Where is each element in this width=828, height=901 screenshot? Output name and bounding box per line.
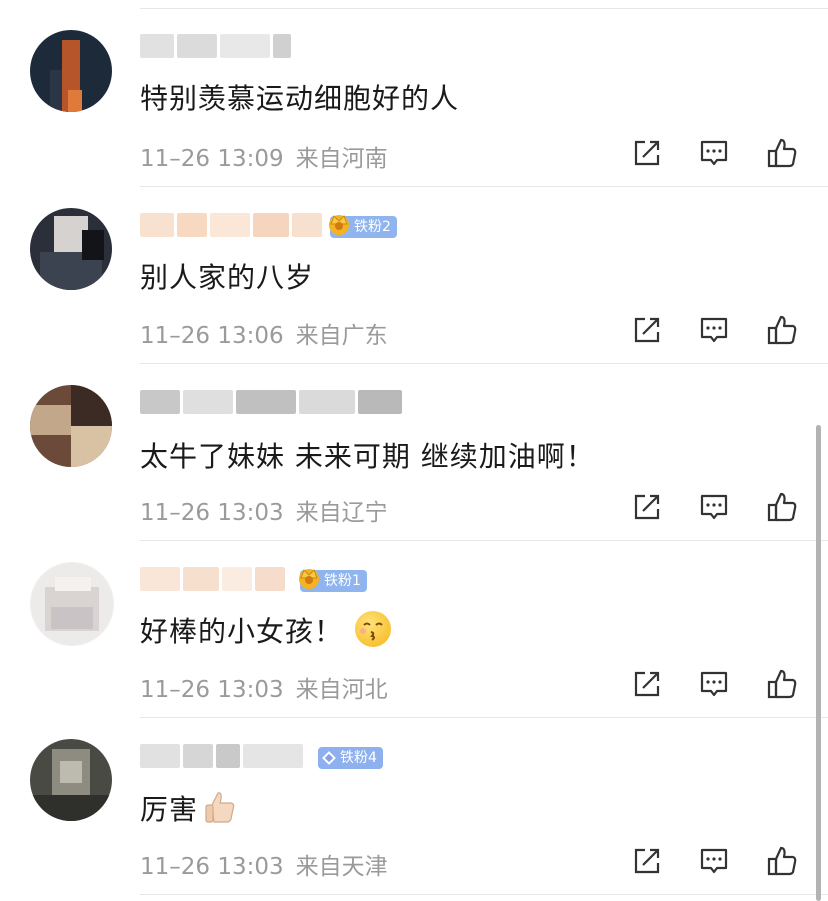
comment-text: 别人家的八岁 [140,261,315,294]
username-blurred[interactable] [140,743,303,769]
comment-icon[interactable] [698,845,730,877]
badge-label: 铁粉4 [340,750,377,766]
username-blurred[interactable] [140,212,322,238]
timestamp: 11–26 13:03 [140,854,284,880]
fan-badge[interactable]: 铁粉2 [329,215,397,238]
scrollbar[interactable] [816,425,821,901]
fan-badge[interactable]: 铁粉4 [318,747,383,769]
like-icon[interactable] [766,137,798,169]
timestamp: 11–26 13:09 [140,146,284,172]
comment-text: 太牛了妹妹 未来可期 继续加油啊！ [140,440,595,473]
username-blurred[interactable] [140,566,285,592]
like-icon[interactable] [766,491,798,523]
avatar[interactable] [30,385,112,467]
location: 来自河北 [295,677,388,703]
share-icon[interactable] [631,845,663,877]
comment-icon[interactable] [698,668,730,700]
crown-icon [329,215,349,235]
share-icon[interactable] [631,137,663,169]
comment-meta: 11–26 13:06 来自广东 [140,316,388,350]
share-icon[interactable] [631,491,663,523]
comment-icon[interactable] [698,137,730,169]
like-icon[interactable] [766,845,798,877]
fan-badge[interactable]: 铁粉1 [299,569,367,592]
thumbs-up-emoji-icon [205,792,235,823]
badge-label: 铁粉1 [324,573,361,589]
diamond-icon [322,751,336,765]
comment-text: 特别羡慕运动细胞好的人 [140,82,460,115]
timestamp: 11–26 13:06 [140,323,284,349]
comment-meta: 11–26 13:03 来自辽宁 [140,493,388,527]
comment-text-body: 厉害 [140,793,199,826]
comment-meta: 11–26 13:03 来自天津 [140,847,388,881]
crown-icon [299,569,319,589]
location: 来自河南 [295,146,388,172]
timestamp: 11–26 13:03 [140,677,284,703]
avatar[interactable] [30,208,112,290]
share-icon[interactable] [631,668,663,700]
username-blurred[interactable] [140,33,291,59]
location: 来自广东 [295,323,388,349]
avatar[interactable] [30,30,112,112]
comment-text: 好棒的小女孩！ [140,610,392,650]
share-icon[interactable] [631,314,663,346]
avatar[interactable] [30,562,114,646]
comment-meta: 11–26 13:09 来自河南 [140,139,388,173]
location: 来自辽宁 [295,500,388,526]
username-blurred[interactable] [140,389,402,415]
kiss-emoji-icon [355,611,392,647]
comment-icon[interactable] [698,491,730,523]
comment-icon[interactable] [698,314,730,346]
divider [140,894,828,895]
badge-label: 铁粉2 [354,219,391,235]
timestamp: 11–26 13:03 [140,500,284,526]
comment-meta: 11–26 13:03 来自河北 [140,670,388,704]
like-icon[interactable] [766,314,798,346]
comment-text: 厉害 [140,787,240,828]
avatar[interactable] [30,739,112,821]
location: 来自天津 [295,854,388,880]
like-icon[interactable] [766,668,798,700]
comment-text-body: 好棒的小女孩！ [140,615,344,648]
